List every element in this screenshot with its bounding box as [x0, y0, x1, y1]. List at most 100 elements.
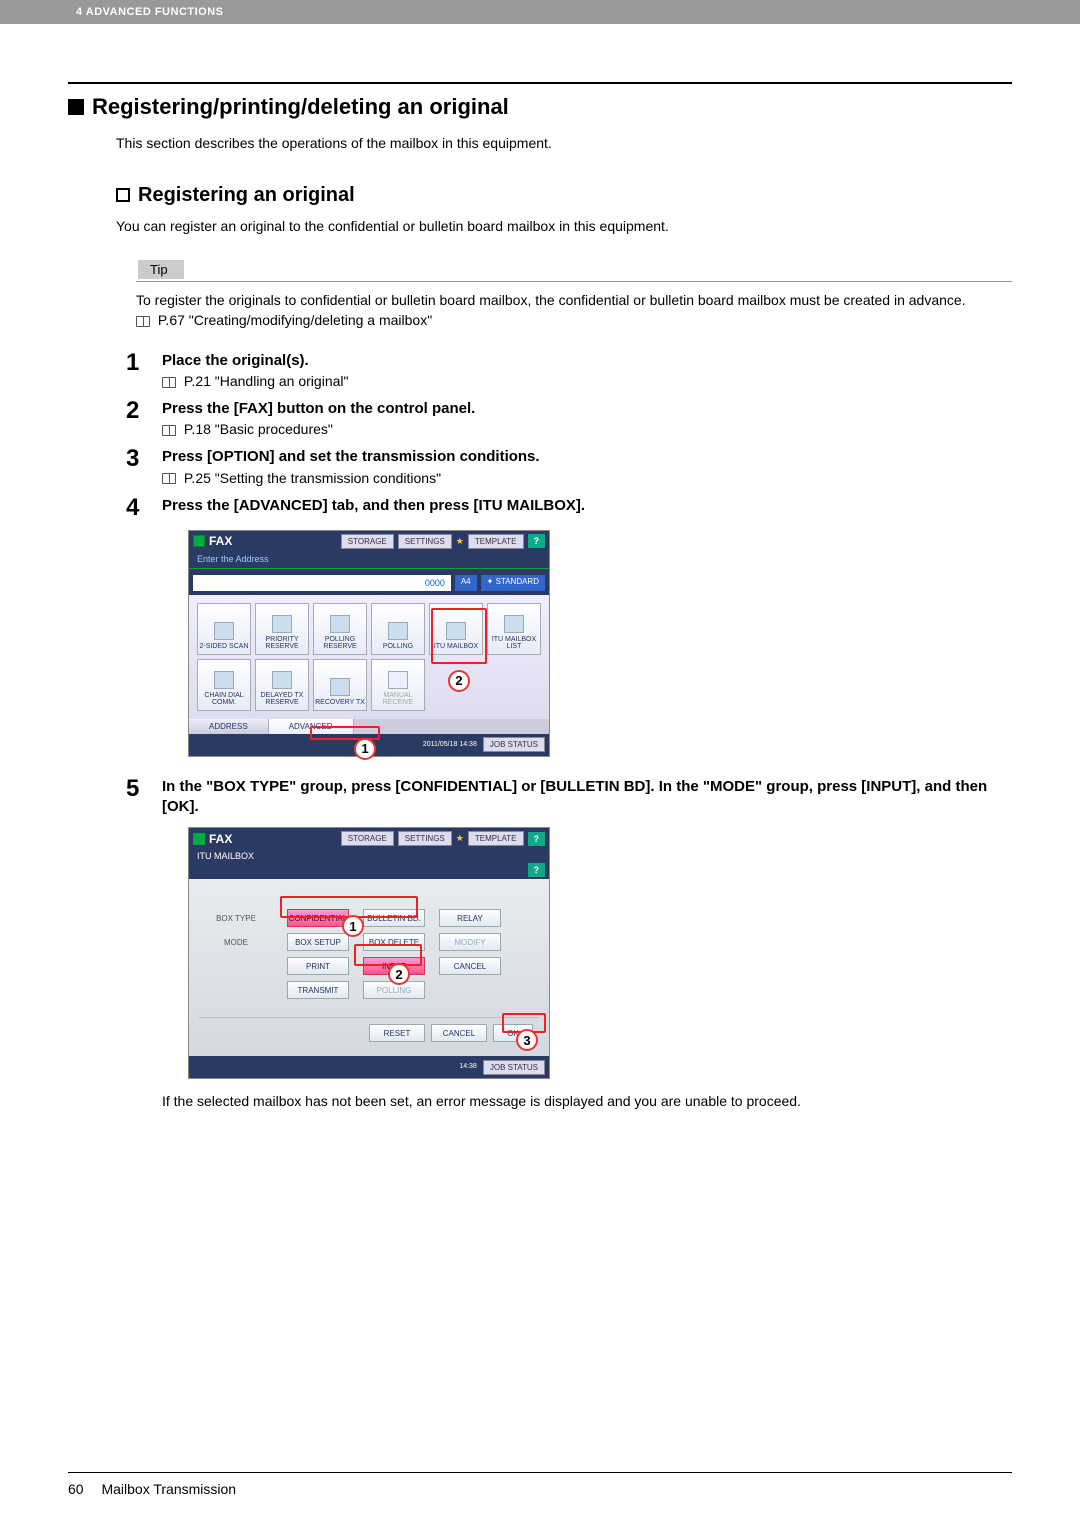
fax-bottom-bar: 14:38 JOB STATUS [189, 1056, 549, 1078]
transmit-button[interactable]: TRANSMIT [287, 981, 349, 999]
mode-label: MODE [199, 938, 273, 947]
page-number: 60 [68, 1481, 84, 1497]
cancel-button[interactable]: CANCEL [439, 957, 501, 975]
paper-pill[interactable]: A4 [455, 575, 477, 591]
grid-recovery-tx[interactable]: RECOVERY TX [313, 659, 367, 711]
step-ref: P.25 "Setting the transmission condition… [162, 470, 1012, 486]
callout-2: 2 [448, 670, 470, 692]
boxtype-label: BOX TYPE [199, 914, 273, 923]
grid-delayed-tx[interactable]: DELAYED TX RESERVE [255, 659, 309, 711]
modify-button[interactable]: MODIFY [439, 933, 501, 951]
page-header: 4 ADVANCED FUNCTIONS [0, 0, 1080, 24]
standard-pill[interactable]: ✦ STANDARD [481, 575, 545, 591]
fax-title: FAX [209, 534, 337, 548]
book-icon [162, 425, 176, 436]
footer-title: Mailbox Transmission [101, 1481, 236, 1497]
step-number: 3 [126, 447, 148, 485]
tab-address[interactable]: ADDRESS [189, 719, 269, 734]
tab-advanced[interactable]: ADVANCED [269, 719, 354, 734]
fax-screenshot-2: FAX STORAGE SETTINGS ★ TEMPLATE ? ITU MA… [188, 827, 1012, 1079]
fax-topbar: FAX STORAGE SETTINGS ★ TEMPLATE ? [189, 531, 549, 552]
fax-icon [193, 833, 205, 845]
fax-subtitle: Enter the Address [189, 552, 549, 566]
fax-subtitle: ITU MAILBOX [189, 849, 549, 863]
grid-polling-reserve[interactable]: POLLING RESERVE [313, 603, 367, 655]
open-square-icon [116, 188, 130, 202]
page-footer: 60 Mailbox Transmission [68, 1472, 1012, 1497]
job-status-button[interactable]: JOB STATUS [483, 1060, 545, 1075]
fax-date: 2011/05/18 14:38 [423, 741, 477, 749]
fax-title: FAX [209, 832, 337, 846]
template-button[interactable]: TEMPLATE [468, 831, 524, 846]
step-ref: P.21 "Handling an original" [162, 373, 1012, 389]
steps-list: 1 Place the original(s). P.21 "Handling … [126, 351, 1012, 520]
job-status-button[interactable]: JOB STATUS [483, 737, 545, 752]
reset-button[interactable]: RESET [369, 1024, 425, 1042]
fax-date: 14:38 [459, 1063, 477, 1071]
step-number: 1 [126, 351, 148, 389]
heading-2-row: Registering an original [116, 184, 1012, 207]
settings-button[interactable]: SETTINGS [398, 534, 452, 549]
address-field[interactable]: 0000 [193, 575, 451, 591]
breadcrumb: 4 ADVANCED FUNCTIONS [76, 6, 224, 18]
template-button[interactable]: TEMPLATE [468, 534, 524, 549]
grid-priority[interactable]: PRIORITY RESERVE [255, 603, 309, 655]
section-intro: This section describes the operations of… [116, 134, 1012, 154]
grid-itu-mailbox-list[interactable]: ITU MAILBOX LIST [487, 603, 541, 655]
address-row: 0000 A4 ✦ STANDARD [189, 571, 549, 595]
advanced-grid: 2-SIDED SCAN PRIORITY RESERVE POLLING RE… [189, 595, 549, 719]
step-3: 3 Press [OPTION] and set the transmissio… [126, 447, 1012, 485]
step-ref: P.18 "Basic procedures" [162, 421, 1012, 437]
callout-1: 1 [342, 915, 364, 937]
heading-1: Registering/printing/deleting an origina… [92, 94, 509, 120]
tip-ref: P.67 "Creating/modifying/deleting a mail… [136, 310, 1012, 330]
fax-tabs: ADDRESS ADVANCED [189, 719, 549, 734]
step-5: 5 In the "BOX TYPE" group, press [CONFID… [126, 777, 1012, 818]
grid-polling[interactable]: POLLING [371, 603, 425, 655]
step-title: Press the [FAX] button on the control pa… [162, 399, 1012, 419]
relay-button[interactable]: RELAY [439, 909, 501, 927]
step-title: In the "BOX TYPE" group, press [CONFIDEN… [162, 777, 1012, 818]
help-button-2[interactable]: ? [528, 863, 546, 877]
h2-intro: You can register an original to the conf… [116, 217, 1012, 237]
storage-button[interactable]: STORAGE [341, 534, 394, 549]
step-title: Place the original(s). [162, 351, 1012, 371]
help-button[interactable]: ? [528, 832, 546, 846]
fax-panel: FAX STORAGE SETTINGS ★ TEMPLATE ? Enter … [188, 530, 550, 757]
boxsetup-button[interactable]: BOX SETUP [287, 933, 349, 951]
settings-button[interactable]: SETTINGS [398, 831, 452, 846]
dialog-cancel-button[interactable]: CANCEL [431, 1024, 487, 1042]
storage-button[interactable]: STORAGE [341, 831, 394, 846]
heading-2: Registering an original [138, 184, 355, 207]
print-button[interactable]: PRINT [287, 957, 349, 975]
fax-panel-2: FAX STORAGE SETTINGS ★ TEMPLATE ? ITU MA… [188, 827, 550, 1079]
step-2: 2 Press the [FAX] button on the control … [126, 399, 1012, 437]
help-button[interactable]: ? [528, 534, 546, 548]
boxdelete-button[interactable]: BOX DELETE [363, 933, 425, 951]
book-icon [136, 316, 150, 327]
step-4: 4 Press the [ADVANCED] tab, and then pre… [126, 496, 1012, 520]
dialog-buttons: RESET CANCEL OK [199, 1017, 539, 1042]
callout-3: 3 [516, 1029, 538, 1051]
grid-chain-dial[interactable]: CHAIN DIAL COMM. [197, 659, 251, 711]
tip-label: Tip [138, 260, 184, 279]
step-number: 4 [126, 496, 148, 520]
square-bullet-icon [68, 99, 84, 115]
step-1: 1 Place the original(s). P.21 "Handling … [126, 351, 1012, 389]
book-icon [162, 473, 176, 484]
step-number: 2 [126, 399, 148, 437]
fax2-body: BOX TYPE CONFIDENTIAL BULLETIN BD. RELAY… [189, 879, 549, 1056]
confidential-button[interactable]: CONFIDENTIAL [287, 909, 349, 927]
bulletin-button[interactable]: BULLETIN BD. [363, 909, 425, 927]
fax-screenshot-1: FAX STORAGE SETTINGS ★ TEMPLATE ? Enter … [188, 530, 1012, 757]
footer-rule [68, 1472, 1012, 1473]
fax-icon [193, 535, 205, 547]
tip-rule [136, 281, 1012, 282]
tip-text: To register the originals to confidentia… [136, 290, 1012, 310]
step-number: 5 [126, 777, 148, 818]
fax-topbar: FAX STORAGE SETTINGS ★ TEMPLATE ? [189, 828, 549, 849]
grid-manual-receive[interactable]: MANUAL RECEIVE [371, 659, 425, 711]
grid-itu-mailbox[interactable]: ITU MAILBOX [429, 603, 483, 655]
grid-2sided[interactable]: 2-SIDED SCAN [197, 603, 251, 655]
step-title: Press [OPTION] and set the transmission … [162, 447, 1012, 467]
